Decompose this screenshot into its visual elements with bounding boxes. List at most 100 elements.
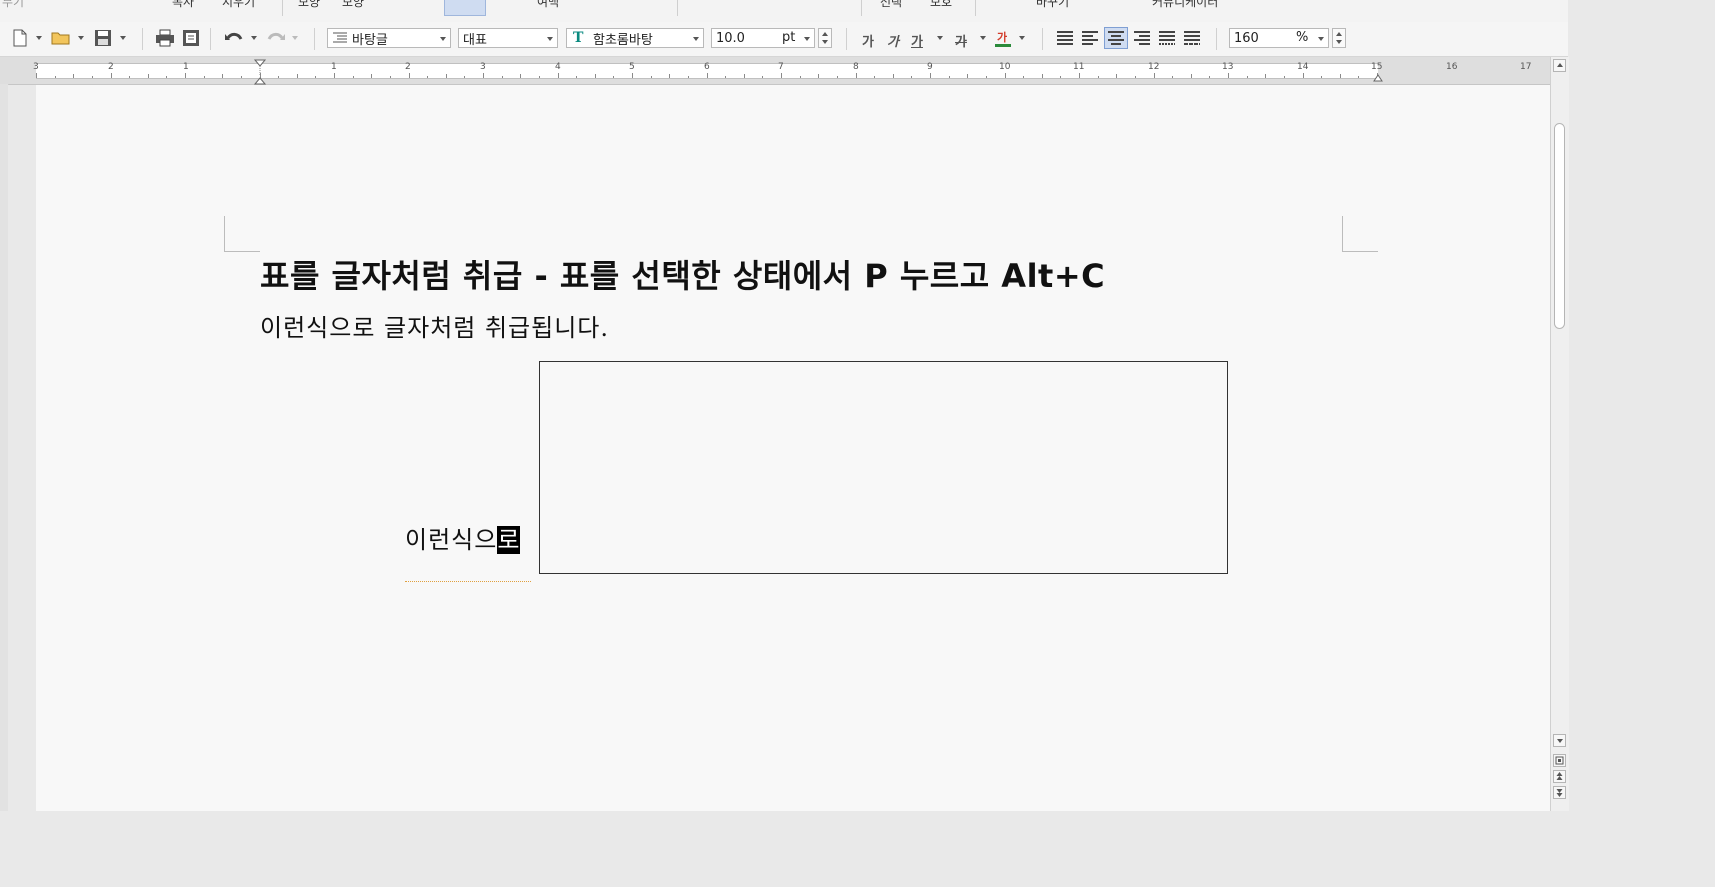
ruler-number: 14 (1297, 62, 1309, 72)
inline-table-object[interactable] (539, 361, 1228, 574)
ruler-tick (613, 76, 614, 78)
font-size-spinner[interactable] (818, 28, 832, 48)
ruler-tick (893, 74, 894, 78)
ruler-tick (1135, 76, 1136, 78)
toolbar-separator (846, 28, 847, 50)
ruler-tick (1265, 74, 1266, 78)
vertical-scrollbar[interactable] (1550, 57, 1569, 811)
divide-icon[interactable] (1181, 27, 1203, 49)
ruler-tick (409, 73, 410, 78)
ruler-tick (1172, 76, 1173, 78)
document-body-line[interactable]: 이런식으로 글자처럼 취급됩니다. (260, 308, 609, 343)
ribbon-replace-label[interactable]: 바꾸기 (1036, 0, 1069, 10)
chevron-down-icon[interactable] (980, 36, 986, 40)
chevron-down-icon[interactable] (78, 36, 84, 40)
language-value: 대표 (463, 32, 487, 48)
chevron-down-icon[interactable] (120, 36, 126, 40)
scroll-up-button[interactable] (1553, 59, 1566, 72)
right-indent-marker-icon[interactable] (1373, 71, 1383, 85)
align-right-icon[interactable] (1131, 27, 1153, 49)
align-center-icon[interactable] (1104, 27, 1128, 49)
truetype-font-icon: T (573, 30, 584, 46)
indent-marker-icon[interactable] (253, 59, 267, 88)
open-folder-icon[interactable] (50, 27, 72, 49)
align-left-icon[interactable] (1079, 27, 1101, 49)
paragraph-style-value: 바탕글 (352, 32, 388, 48)
ribbon-communicator-label[interactable]: 커뮤니케이터 (1152, 0, 1218, 10)
redo-icon[interactable] (264, 27, 288, 49)
language-combo[interactable]: 대표 (458, 28, 558, 48)
text-cursor-selection: 로 (497, 526, 521, 554)
ruler-tick (502, 76, 503, 78)
preview-icon[interactable] (180, 27, 202, 49)
ruler-tick (576, 76, 577, 78)
ruler-tick (707, 73, 708, 78)
scroll-down-button[interactable] (1553, 734, 1566, 747)
bold-button[interactable]: 가 (862, 31, 874, 50)
ruler-tick (353, 76, 354, 78)
ruler-tick (1303, 73, 1304, 78)
ribbon-shape-label[interactable]: 모양 (298, 0, 320, 10)
font-color-button[interactable]: 가 (997, 29, 1007, 45)
ruler-tick (520, 74, 521, 78)
ruler-number: 6 (704, 62, 710, 72)
font-size-combo[interactable]: 10.0 pt (711, 28, 815, 48)
inline-text-line[interactable]: 이런식으로 (405, 520, 521, 555)
toolbar-separator (210, 28, 211, 50)
ribbon-label[interactable]: 무기 (2, 0, 24, 10)
document-page[interactable]: 표를 글자처럼 취급 - 표를 선택한 상태에서 P 누르고 Alt+C 이런식… (36, 85, 1550, 811)
ruler-tick (856, 73, 857, 78)
ruler-number: 11 (1073, 62, 1085, 72)
page-view-icon[interactable] (1553, 754, 1566, 767)
chevron-down-icon (804, 37, 810, 41)
zoom-unit: % (1296, 30, 1309, 45)
chevron-down-icon[interactable] (1019, 36, 1025, 40)
ribbon-protect-label[interactable]: 보호 (930, 0, 952, 10)
chevron-down-icon[interactable] (36, 36, 42, 40)
ribbon-select-label[interactable]: 선택 (880, 0, 902, 10)
ribbon-margin-label[interactable]: 여백 (537, 0, 559, 10)
strikethrough-button[interactable]: 가 (955, 31, 967, 50)
previous-page-icon[interactable] (1553, 770, 1566, 783)
new-document-icon[interactable] (10, 27, 30, 49)
ruler-tick (930, 73, 931, 78)
ruler-tick (800, 76, 801, 78)
zoom-spinner[interactable] (1332, 28, 1346, 48)
ruler-number: 3 (33, 62, 39, 72)
undo-icon[interactable] (222, 27, 246, 49)
font-name-combo[interactable]: T 함초롬바탕 (566, 28, 704, 48)
ruler-tick (166, 76, 167, 78)
save-icon[interactable] (92, 27, 114, 49)
ruler-number: 7 (778, 62, 784, 72)
ribbon-copy-label[interactable]: 복사 (172, 0, 194, 10)
crop-mark (1342, 251, 1378, 252)
scrollbar-thumb[interactable] (1554, 123, 1565, 329)
italic-button[interactable]: 가 (887, 31, 899, 50)
ruler-tick (874, 76, 875, 78)
next-page-icon[interactable] (1553, 786, 1566, 799)
underline-button[interactable]: 가 (911, 31, 923, 50)
chevron-down-icon[interactable] (937, 36, 943, 40)
ruler-tick (911, 76, 912, 78)
align-justify-icon[interactable] (1054, 27, 1076, 49)
paragraph-style-combo[interactable]: 바탕글 (327, 28, 451, 48)
ruler-tick (651, 76, 652, 78)
ruler-tick (744, 74, 745, 78)
ribbon-shape-label-2[interactable]: 모양 (342, 0, 364, 10)
document-viewport[interactable]: 표를 글자처럼 취급 - 표를 선택한 상태에서 P 누르고 Alt+C 이런식… (8, 85, 1550, 811)
horizontal-ruler[interactable]: 3 2 1 1 2 3 4 5 6 7 8 9 10 11 12 13 14 1… (0, 57, 1550, 85)
document-heading[interactable]: 표를 글자처럼 취급 - 표를 선택한 상태에서 P 누르고 Alt+C (260, 251, 1105, 297)
ruler-tick (1023, 76, 1024, 78)
chevron-down-icon[interactable] (292, 36, 298, 40)
distribute-icon[interactable] (1156, 27, 1178, 49)
ribbon-erase-label[interactable]: 지우기 (222, 0, 255, 10)
ruler-number: 10 (999, 62, 1011, 72)
ruler-tick (781, 73, 782, 78)
chevron-down-icon[interactable] (251, 36, 257, 40)
ruler-number: 1 (331, 62, 337, 72)
ruler-tick (464, 76, 465, 78)
zoom-combo[interactable]: 160 % (1229, 28, 1329, 48)
print-icon[interactable] (154, 27, 176, 49)
ribbon-highlight-button[interactable] (444, 0, 486, 16)
ruler-tick (818, 74, 819, 78)
